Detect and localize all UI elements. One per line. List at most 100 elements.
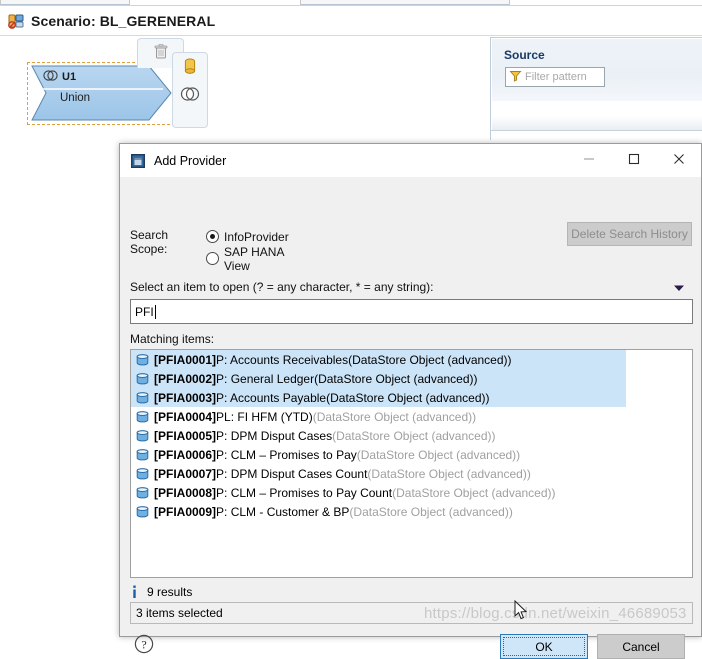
delete-search-history-button[interactable]: Delete Search History — [567, 222, 692, 246]
chevron-down-icon — [673, 281, 685, 295]
results-summary: 9 results — [130, 583, 192, 601]
status-text: 3 items selected — [136, 606, 223, 620]
ok-button[interactable]: OK — [500, 634, 588, 659]
text-caret — [155, 305, 156, 319]
search-history-dropdown-button[interactable] — [670, 281, 688, 295]
radio-infoprovider[interactable]: InfoProvider — [206, 227, 289, 246]
add-provider-icon — [130, 153, 146, 169]
list-item-name: P: Accounts Receivables — [216, 353, 348, 367]
help-icon: ? — [134, 634, 154, 654]
node-toolbar[interactable] — [172, 52, 208, 128]
dialog-title: Add Provider — [154, 154, 226, 168]
list-item-type: (DataStore Object (advanced)) — [313, 410, 476, 424]
help-button[interactable]: ? — [134, 634, 154, 654]
header-divider — [0, 35, 702, 36]
list-item-name: P: Accounts Payable — [216, 391, 326, 405]
list-item-type: (DataStore Object (advanced)) — [349, 505, 512, 519]
datastore-icon — [136, 430, 149, 442]
list-item-name: P: DPM Disput Cases Count — [216, 467, 367, 481]
source-panel-title: Source — [504, 48, 545, 62]
union-icon — [43, 69, 58, 85]
focus-ring — [503, 637, 585, 656]
datastore-icon — [136, 354, 149, 366]
list-item-type: (DataStore Object (advanced)) — [332, 429, 495, 443]
page-title: Scenario: BL_GERENERAL — [31, 13, 215, 29]
list-item-id: [PFIA0005] — [154, 429, 216, 443]
trash-icon — [154, 44, 168, 63]
svg-text:?: ? — [141, 637, 146, 651]
window-controls — [566, 144, 701, 177]
filter-pattern-input[interactable]: Filter pattern — [505, 67, 605, 87]
list-item-id: [PFIA0003] — [154, 391, 216, 405]
cancel-button[interactable]: Cancel — [597, 634, 685, 659]
list-item-name: P: CLM – Promises to Pay Count — [216, 486, 392, 500]
list-item-type: (DataStore Object (advanced)) — [357, 448, 520, 462]
list-item-type: (DataStore Object (advanced)) — [314, 372, 477, 386]
filter-funnel-icon — [509, 69, 522, 85]
close-button[interactable] — [656, 144, 701, 177]
union-node-id: U1 — [62, 71, 76, 83]
list-item-id: [PFIA0008] — [154, 486, 216, 500]
results-count: 9 results — [147, 585, 192, 599]
list-item[interactable]: [PFIA0002] P: General Ledger (DataStore … — [131, 369, 626, 388]
list-item-id: [PFIA0002] — [154, 372, 216, 386]
list-item-name: P: CLM - Customer & BP — [216, 505, 349, 519]
list-item[interactable]: [PFIA0005] P: DPM Disput Cases (DataStor… — [131, 426, 692, 445]
dialog-titlebar[interactable]: Add Provider — [120, 144, 701, 177]
filter-pattern-placeholder: Filter pattern — [525, 71, 587, 83]
dialog-body: Search Scope: InfoProvider SAP HANA View… — [120, 177, 701, 636]
list-item-name: P: DPM Disput Cases — [216, 429, 332, 443]
scenario-header: Scenario: BL_GERENERAL — [0, 8, 702, 34]
cancel-button-label: Cancel — [622, 640, 659, 654]
radio-infoprovider-label: InfoProvider — [224, 230, 289, 244]
tab-strip-divider — [0, 5, 702, 6]
maximize-icon — [628, 153, 640, 168]
scenario-icon — [8, 13, 25, 30]
search-scope-options: InfoProvider SAP HANA View — [206, 227, 289, 271]
radio-infoprovider-dot — [206, 230, 219, 243]
list-item-type: (DataStore Object (advanced)) — [367, 467, 530, 481]
list-item[interactable]: [PFIA0008] P: CLM – Promises to Pay Coun… — [131, 483, 692, 502]
datastore-icon — [136, 392, 149, 404]
list-item-name: PL: FI HFM (YTD) — [216, 410, 313, 424]
minimize-button[interactable] — [566, 144, 611, 177]
source-panel-bottom-divider — [491, 130, 702, 131]
list-item[interactable]: [PFIA0007] P: DPM Disput Cases Count (Da… — [131, 464, 692, 483]
list-item-id: [PFIA0009] — [154, 505, 216, 519]
search-scope-label: Search Scope: — [130, 228, 168, 256]
list-item[interactable]: [PFIA0009] P: CLM - Customer & BP (DataS… — [131, 502, 692, 521]
close-icon — [673, 153, 685, 168]
union-tool-button[interactable] — [180, 86, 200, 105]
source-panel: Source Filter pattern — [490, 37, 702, 140]
list-item-id: [PFIA0001] — [154, 353, 216, 367]
list-item[interactable]: [PFIA0006] P: CLM – Promises to Pay (Dat… — [131, 445, 692, 464]
info-icon — [130, 585, 139, 599]
add-provider-dialog: Add Provider — [119, 143, 702, 637]
matching-items-list[interactable]: [PFIA0001] P: Accounts Receivables (Data… — [130, 349, 693, 578]
union-node[interactable]: U1 Union — [31, 65, 176, 125]
list-item-id: [PFIA0007] — [154, 467, 216, 481]
radio-sap-hana-view[interactable]: SAP HANA View — [206, 249, 289, 268]
datastore-icon — [136, 373, 149, 385]
list-item-name: P: CLM – Promises to Pay — [216, 448, 357, 462]
radio-sap-hana-view-dot — [206, 252, 219, 265]
add-provider-tool-button[interactable] — [183, 58, 197, 78]
radio-sap-hana-view-label: SAP HANA View — [224, 245, 289, 273]
search-input[interactable]: PFI — [130, 299, 693, 324]
list-item[interactable]: [PFIA0003] P: Accounts Payable (DataStor… — [131, 388, 626, 407]
list-item-id: [PFIA0006] — [154, 448, 216, 462]
source-panel-footer — [492, 116, 702, 130]
select-item-label: Select an item to open (? = any characte… — [130, 280, 434, 294]
minimize-icon — [583, 153, 595, 168]
list-item[interactable]: [PFIA0004] PL: FI HFM (YTD) (DataStore O… — [131, 407, 692, 426]
datastore-icon — [136, 449, 149, 461]
search-input-value: PFI — [135, 305, 154, 319]
datastore-icon — [136, 487, 149, 499]
datastore-icon — [136, 506, 149, 518]
list-item-type: (DataStore Object (advanced)) — [392, 486, 555, 500]
status-bar: 3 items selected — [130, 602, 693, 624]
list-item[interactable]: [PFIA0001] P: Accounts Receivables (Data… — [131, 350, 626, 369]
list-item-type: (DataStore Object (advanced)) — [348, 353, 511, 367]
list-item-type: (DataStore Object (advanced)) — [326, 391, 489, 405]
maximize-button[interactable] — [611, 144, 656, 177]
